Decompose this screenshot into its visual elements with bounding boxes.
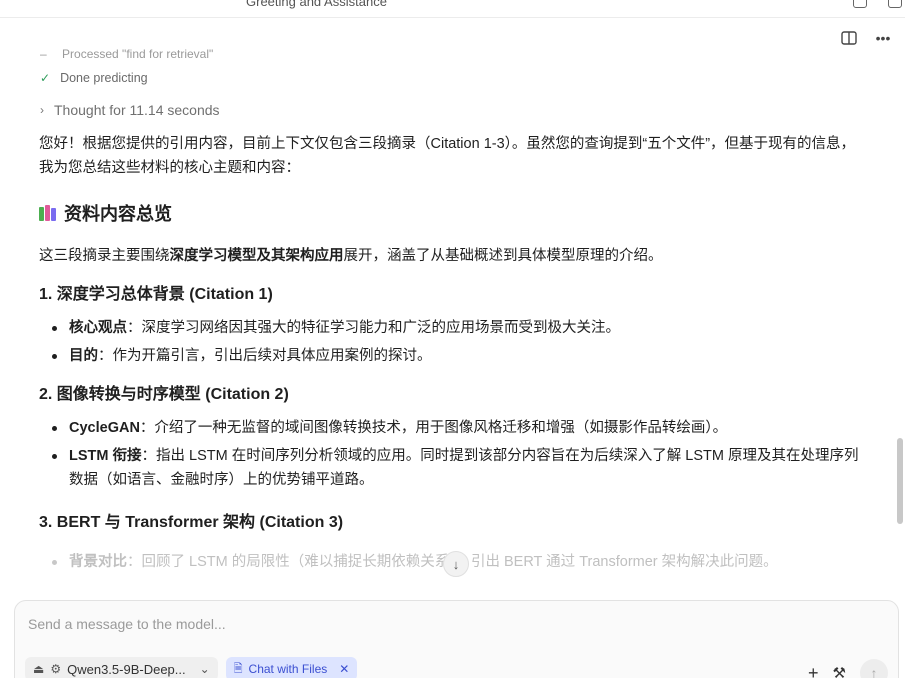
section-heading-1: 1. 深度学习总体背景 (Citation 1) (39, 286, 273, 303)
step-processed-text: Processed "find for retrieval" (62, 47, 214, 61)
composer-chip-row: ⏏ ⚙ Qwen3.5-9B-Deep... ⌄ 🗎 Chat with Fil… (25, 657, 358, 678)
list-item: LSTM 衔接：指出 LSTM 在时间序列分析领域的应用。同时提到该部分内容旨在… (39, 444, 869, 492)
chevron-right-icon: › (40, 103, 44, 117)
item-label: 背景对比 (69, 554, 127, 570)
scroll-to-bottom-button[interactable]: ↓ (443, 551, 469, 577)
window-title-bar: Greeting and Assistance (0, 0, 905, 18)
step-processed: – Processed "find for retrieval" (40, 47, 213, 61)
item-label: CycleGAN (69, 420, 140, 436)
step-done-text: Done predicting (60, 71, 148, 85)
chat-message-area[interactable]: – Processed "find for retrieval" ✓ Done … (0, 40, 892, 600)
section-heading-2: 2. 图像转换与时序模型 (Citation 2) (39, 386, 289, 403)
model-selector[interactable]: ⏏ ⚙ Qwen3.5-9B-Deep... ⌄ (25, 657, 218, 678)
section-title: 资料内容总览 (39, 200, 869, 226)
books-icon (39, 205, 56, 221)
arrow-up-icon: ↑ (870, 665, 878, 678)
overview-post: 展开，涵盖了从基础概述到具体模型原理的介绍。 (343, 248, 663, 264)
item-text: ：作为开篇引言，引出后续对具体应用案例的探讨。 (98, 348, 432, 364)
chat-with-files-chip[interactable]: 🗎 Chat with Files ✕ (225, 657, 358, 678)
overview-pre: 这三段摘录主要围绕 (39, 248, 170, 264)
eject-icon[interactable]: ⏏ (33, 662, 44, 676)
window-title: Greeting and Assistance (246, 0, 387, 9)
section-2-list: CycleGAN：介绍了一种无监督的域间图像转换技术，用于图像风格迁移和增强（如… (39, 416, 869, 492)
assistant-answer: 您好！根据您提供的引用内容，目前上下文仅包含三段摘录（Citation 1-3）… (39, 132, 869, 578)
new-chat-icon[interactable] (888, 0, 902, 8)
item-label: 目的 (69, 348, 98, 364)
send-button[interactable]: ↑ (860, 659, 888, 678)
item-label: LSTM 衔接 (69, 448, 142, 464)
item-text: ：指出 LSTM 在时间序列分析领域的应用。同时提到该部分内容旨在为后续深入了解… (69, 448, 859, 488)
scrollbar-thumb[interactable] (897, 438, 903, 524)
check-icon: ✓ (40, 71, 51, 85)
item-text: ：深度学习网络因其强大的特征学习能力和广泛的应用场景而受到极大关注。 (127, 320, 620, 336)
step-done: ✓ Done predicting (40, 71, 148, 85)
close-icon[interactable]: ✕ (339, 662, 349, 676)
answer-intro: 您好！根据您提供的引用内容，目前上下文仅包含三段摘录（Citation 1-3）… (39, 136, 856, 176)
section-1-list: 核心观点：深度学习网络因其强大的特征学习能力和广泛的应用场景而受到极大关注。 目… (39, 316, 869, 368)
message-composer[interactable]: Send a message to the model... ⏏ ⚙ Qwen3… (14, 600, 899, 678)
files-chip-label: Chat with Files (248, 662, 328, 676)
arrow-down-icon: ↓ (452, 556, 460, 572)
list-item: CycleGAN：介绍了一种无监督的域间图像转换技术，用于图像风格迁移和增强（如… (39, 416, 869, 440)
list-item: 核心观点：深度学习网络因其强大的特征学习能力和广泛的应用场景而受到极大关注。 (39, 316, 869, 340)
list-item: 目的：作为开篇引言，引出后续对具体应用案例的探讨。 (39, 344, 869, 368)
section-title-text: 资料内容总览 (64, 204, 172, 224)
thought-toggle[interactable]: › Thought for 11.14 seconds (40, 102, 220, 118)
item-label: 核心观点 (69, 320, 127, 336)
section-heading-3: 3. BERT 与 Transformer 架构 (Citation 3) (39, 514, 344, 531)
item-text: ：介绍了一种无监督的域间图像转换技术，用于图像风格迁移和增强（如摄影作品转绘画）… (139, 420, 728, 436)
export-icon[interactable] (853, 0, 867, 8)
message-input[interactable]: Send a message to the model... (28, 616, 226, 632)
tools-icon[interactable]: ⚒ (833, 664, 846, 678)
thought-text: Thought for 11.14 seconds (54, 102, 220, 118)
composer-actions: + ⚒ ↑ (808, 659, 888, 678)
overview-bold: 深度学习模型及其架构应用 (169, 248, 344, 264)
model-name: Qwen3.5-9B-Deep... (67, 661, 186, 677)
document-icon: 🗎 (233, 662, 243, 675)
chevron-down-icon: ⌄ (199, 662, 210, 676)
gear-icon[interactable]: ⚙ (50, 662, 61, 676)
overview-paragraph: 这三段摘录主要围绕深度学习模型及其架构应用展开，涵盖了从基础概述到具体模型原理的… (39, 244, 869, 268)
add-icon[interactable]: + (808, 663, 819, 678)
step-bullet-icon: – (40, 47, 47, 61)
